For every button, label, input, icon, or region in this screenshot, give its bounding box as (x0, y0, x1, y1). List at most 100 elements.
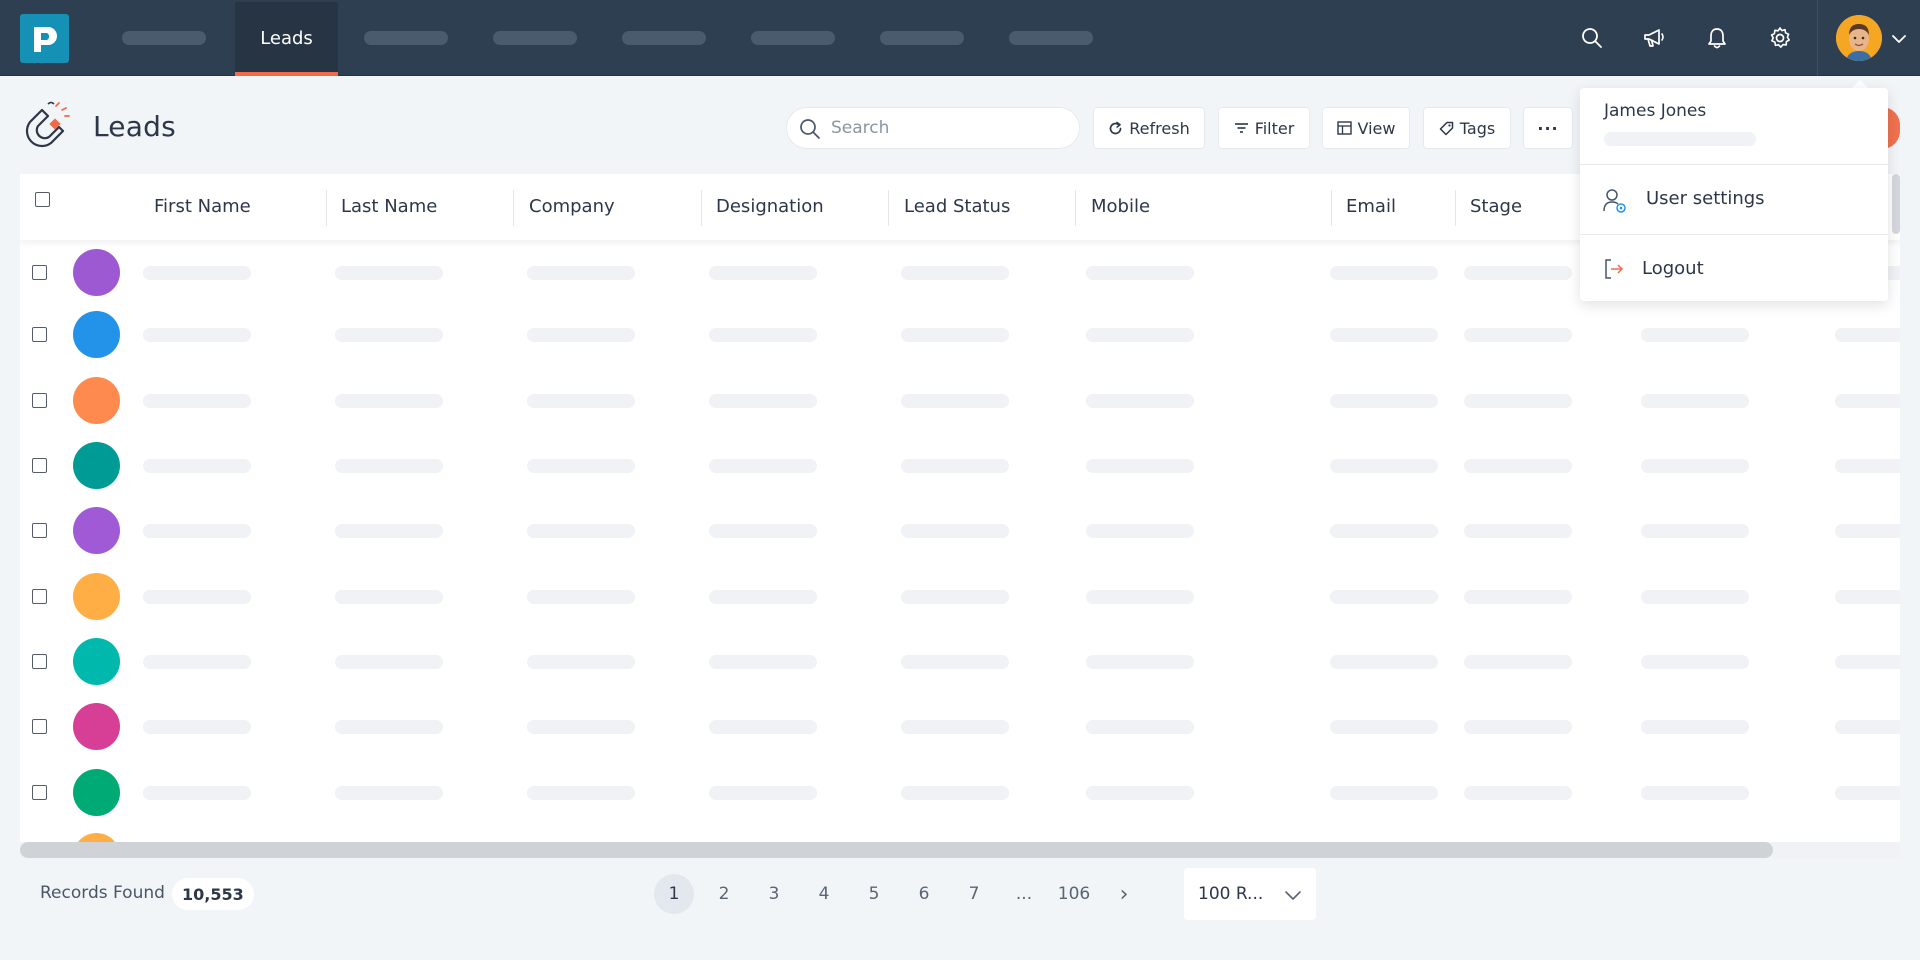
column-header-first-name[interactable]: First Name (154, 196, 251, 217)
cell-placeholder (1641, 328, 1749, 342)
user-email-placeholder (1604, 132, 1756, 146)
cell-placeholder (709, 655, 817, 669)
table-row[interactable] (20, 694, 1900, 759)
cell-placeholder (527, 394, 635, 408)
cell-placeholder (335, 328, 443, 342)
column-divider[interactable] (701, 190, 702, 226)
column-header-stage[interactable]: Stage (1470, 196, 1522, 217)
user-settings-label: User settings (1646, 188, 1765, 209)
nav-tab-leads[interactable]: Leads (235, 2, 338, 76)
cell-placeholder (143, 655, 251, 669)
nav-tab-leads-label: Leads (260, 27, 313, 49)
page-button-3[interactable]: 3 (754, 874, 794, 914)
cell-placeholder (143, 720, 251, 734)
nav-tab-placeholder-6[interactable] (880, 31, 964, 45)
page-button-1[interactable]: 1 (654, 874, 694, 914)
cell-placeholder (527, 786, 635, 800)
column-header-mobile[interactable]: Mobile (1091, 196, 1150, 217)
row-checkbox[interactable] (32, 654, 47, 669)
filter-button[interactable]: Filter (1218, 107, 1310, 149)
table-row[interactable] (20, 629, 1900, 694)
row-avatar (73, 249, 120, 296)
cell-placeholder (1330, 266, 1438, 280)
cell-placeholder (1330, 459, 1438, 473)
search-icon[interactable] (1578, 24, 1606, 52)
row-checkbox[interactable] (32, 523, 47, 538)
row-checkbox[interactable] (32, 785, 47, 800)
user-settings-menu-item[interactable]: User settings (1580, 172, 1888, 228)
table-row[interactable] (20, 433, 1900, 498)
cell-placeholder (335, 786, 443, 800)
page-button-last[interactable]: 106 (1054, 874, 1094, 914)
vertical-scrollbar[interactable] (1892, 174, 1900, 234)
column-header-company[interactable]: Company (529, 196, 615, 217)
rows-per-page-select[interactable]: 100 R... (1184, 868, 1316, 920)
column-divider[interactable] (1331, 190, 1332, 226)
cell-placeholder (335, 655, 443, 669)
table-row[interactable] (20, 564, 1900, 629)
table-row[interactable] (20, 498, 1900, 563)
table-row[interactable] (20, 302, 1900, 367)
row-checkbox[interactable] (32, 458, 47, 473)
table-row[interactable] (20, 760, 1900, 825)
column-divider[interactable] (1455, 190, 1456, 226)
bell-icon[interactable] (1703, 24, 1731, 52)
chevron-down-icon[interactable] (1891, 30, 1907, 49)
horizontal-scrollbar[interactable] (20, 842, 1773, 858)
table-row[interactable] (20, 368, 1900, 433)
page-button-6[interactable]: 6 (904, 874, 944, 914)
logout-menu-item[interactable]: Logout (1580, 242, 1888, 298)
column-header-designation[interactable]: Designation (716, 196, 824, 217)
page-button-5[interactable]: 5 (854, 874, 894, 914)
view-button[interactable]: View (1322, 107, 1410, 149)
user-avatar[interactable] (1836, 15, 1882, 61)
nav-tab-placeholder-2[interactable] (364, 31, 448, 45)
cell-placeholder (1835, 524, 1900, 538)
nav-tab-placeholder-4[interactable] (622, 31, 706, 45)
refresh-button-label: Refresh (1129, 118, 1190, 138)
row-checkbox[interactable] (32, 265, 47, 280)
cell-placeholder (1641, 590, 1749, 604)
cell-placeholder (335, 590, 443, 604)
row-checkbox[interactable] (32, 719, 47, 734)
column-header-lead-status[interactable]: Lead Status (904, 196, 1010, 217)
nav-tab-placeholder-5[interactable] (751, 31, 835, 45)
page-button-2[interactable]: 2 (704, 874, 744, 914)
row-checkbox[interactable] (32, 589, 47, 604)
nav-tab-placeholder-1[interactable] (122, 31, 206, 45)
column-divider[interactable] (513, 190, 514, 226)
next-page-button[interactable]: › (1104, 874, 1144, 914)
select-all-checkbox[interactable] (35, 192, 50, 207)
column-header-last-name[interactable]: Last Name (341, 196, 437, 217)
user-name: James Jones (1604, 101, 1707, 121)
app-logo[interactable] (20, 14, 69, 63)
cell-placeholder (709, 459, 817, 473)
cell-placeholder (1086, 459, 1194, 473)
megaphone-icon[interactable] (1640, 24, 1668, 52)
cell-placeholder (1330, 655, 1438, 669)
cell-placeholder (901, 655, 1009, 669)
search-input[interactable] (831, 116, 1061, 140)
cell-placeholder (527, 266, 635, 280)
refresh-button[interactable]: Refresh (1093, 107, 1205, 149)
cell-placeholder (709, 328, 817, 342)
row-checkbox[interactable] (32, 393, 47, 408)
cell-placeholder (1330, 394, 1438, 408)
row-checkbox[interactable] (32, 327, 47, 342)
cell-placeholder (335, 394, 443, 408)
nav-tab-placeholder-7[interactable] (1009, 31, 1093, 45)
cell-placeholder (527, 328, 635, 342)
more-options-button[interactable]: ··· (1523, 107, 1573, 149)
tags-button[interactable]: Tags (1423, 107, 1511, 149)
column-divider[interactable] (888, 190, 889, 226)
nav-tab-placeholder-3[interactable] (493, 31, 577, 45)
page-button-7[interactable]: 7 (954, 874, 994, 914)
column-header-email[interactable]: Email (1346, 196, 1396, 217)
gear-icon[interactable] (1766, 24, 1794, 52)
cell-placeholder (527, 720, 635, 734)
row-avatar (73, 703, 120, 750)
column-divider[interactable] (326, 190, 327, 226)
page-button-4[interactable]: 4 (804, 874, 844, 914)
column-divider[interactable] (1075, 190, 1076, 226)
search-box[interactable] (786, 107, 1080, 149)
